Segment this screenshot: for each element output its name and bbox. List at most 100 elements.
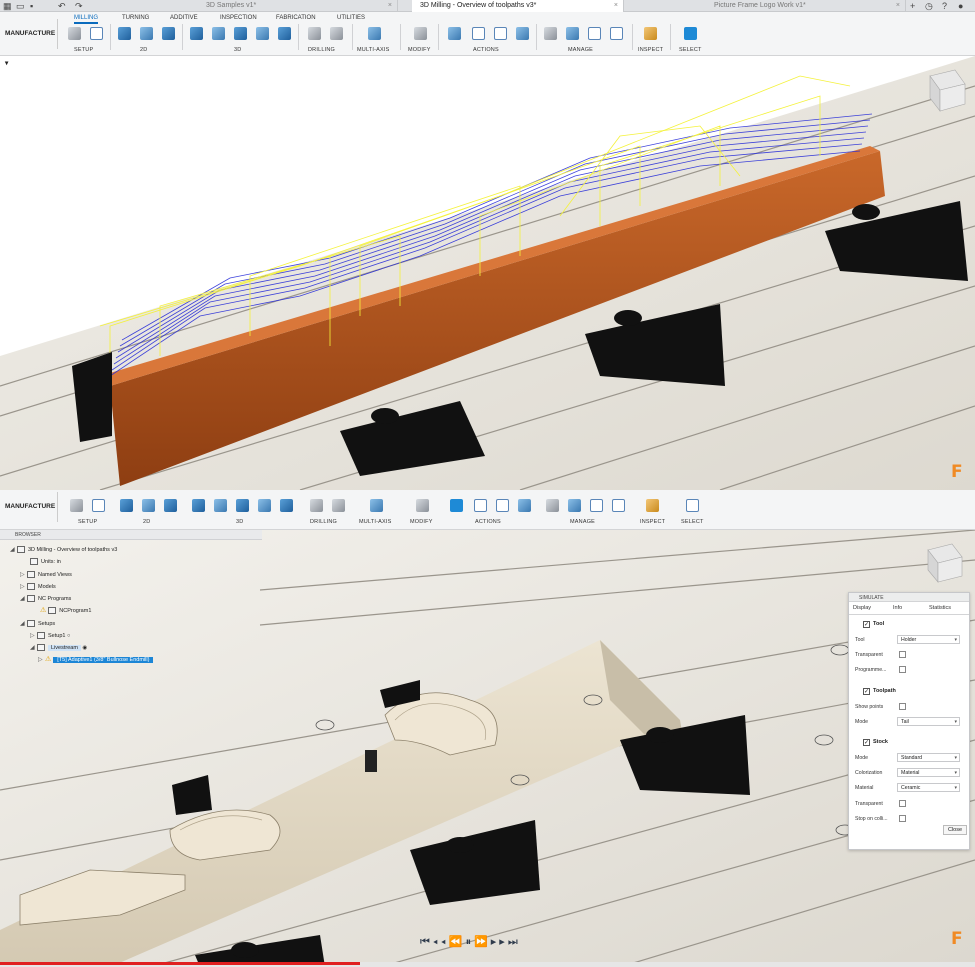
- help-icon[interactable]: ?: [942, 1, 947, 11]
- tab-additive[interactable]: ADDITIVE: [170, 15, 198, 21]
- measure-icon[interactable]: [646, 499, 659, 512]
- profile-avatar[interactable]: ●: [958, 1, 963, 11]
- tree-setups[interactable]: ◢ Setups: [20, 619, 55, 629]
- programmed-checkbox[interactable]: [899, 666, 906, 673]
- tree-units[interactable]: Units: in: [30, 557, 61, 567]
- generate-icon[interactable]: [518, 499, 531, 512]
- group-label-inspect[interactable]: INSPECT: [640, 519, 665, 525]
- drill-icon[interactable]: [310, 499, 323, 512]
- group-label-actions[interactable]: ACTIONS: [473, 47, 499, 53]
- group-label-manage[interactable]: MANAGE: [570, 519, 595, 525]
- 3d-pocket-icon[interactable]: [212, 27, 225, 40]
- expand-icon[interactable]: ◢: [20, 619, 27, 629]
- file-icon[interactable]: ▭: [16, 1, 25, 12]
- tab-milling[interactable]: MILLING: [74, 15, 99, 24]
- multi-axis-icon[interactable]: [368, 27, 381, 40]
- rewind-icon[interactable]: ⏪: [449, 936, 466, 948]
- stock-mode-dropdown[interactable]: Standard: [897, 753, 960, 762]
- select-icon[interactable]: [684, 27, 697, 40]
- notifications-icon[interactable]: ◷: [925, 1, 933, 12]
- 2d-pocket-icon[interactable]: [142, 499, 155, 512]
- workspace-switcher[interactable]: MANUFACTURE ▾: [2, 19, 58, 67]
- contour-icon[interactable]: [278, 27, 291, 40]
- tool-enable-checkbox[interactable]: ✓: [863, 621, 870, 628]
- tree-ncprogram1[interactable]: ⚠ NCProgram1: [40, 606, 91, 616]
- tree-livestream[interactable]: ◢ Livestream ◉: [30, 643, 87, 653]
- group-label-modify[interactable]: MODIFY: [410, 519, 433, 525]
- modify-icon[interactable]: [416, 499, 429, 512]
- close-button[interactable]: Close: [943, 825, 967, 835]
- steep-shallow-icon[interactable]: [236, 499, 249, 512]
- simulation-timeline[interactable]: [0, 962, 975, 967]
- group-label-2d[interactable]: 2D: [143, 519, 150, 525]
- expand-icon[interactable]: ◢: [10, 545, 17, 555]
- drill-icon[interactable]: [308, 27, 321, 40]
- expand-icon[interactable]: ▷: [30, 631, 37, 641]
- modify-icon[interactable]: [414, 27, 427, 40]
- tab-statistics[interactable]: Statistics: [929, 605, 951, 611]
- colorization-dropdown[interactable]: Material: [897, 768, 960, 777]
- tool-library-icon[interactable]: [546, 499, 559, 512]
- viewport-toolpaths[interactable]: [0, 56, 975, 490]
- nc-program-icon[interactable]: [90, 27, 103, 40]
- tree-setup1[interactable]: ▷ Setup1 ○: [30, 631, 70, 641]
- tree-adaptive1[interactable]: ▷ ⚠ [T5] Adaptive1 (3/8" Bullnose Endmill): [38, 655, 154, 665]
- group-label-setup[interactable]: SETUP: [78, 519, 97, 525]
- 2d-pocket-icon[interactable]: [140, 27, 153, 40]
- post-process-icon[interactable]: [474, 499, 487, 512]
- viewport-simulation[interactable]: [0, 530, 975, 967]
- setup-sheet-icon[interactable]: [496, 499, 509, 512]
- group-label-setup[interactable]: SETUP: [74, 47, 93, 53]
- expand-icon[interactable]: ▷: [20, 570, 27, 580]
- doc-tab-1[interactable]: 3D Samples v1* ×: [198, 0, 398, 12]
- workspace-switcher[interactable]: MANUFACTURE ▾: [2, 492, 58, 540]
- tree-models[interactable]: ▷ Models: [20, 582, 56, 592]
- 2d-adaptive-icon[interactable]: [118, 27, 131, 40]
- thread-icon[interactable]: [330, 27, 343, 40]
- setup-sheet-icon[interactable]: [494, 27, 507, 40]
- close-icon[interactable]: ×: [896, 0, 900, 12]
- group-label-select[interactable]: SELECT: [679, 47, 702, 53]
- transparent-checkbox[interactable]: [899, 651, 906, 658]
- group-label-multi-axis[interactable]: MULTI-AXIS: [357, 47, 389, 53]
- close-icon[interactable]: ×: [614, 0, 618, 12]
- group-label-2d[interactable]: 2D: [140, 47, 147, 53]
- tool-library-icon[interactable]: [544, 27, 557, 40]
- fast-forward-icon[interactable]: ⏩: [474, 936, 491, 948]
- manage-doc-icon[interactable]: [588, 27, 601, 40]
- tree-nc-programs[interactable]: ◢ NC Programs: [20, 594, 71, 604]
- face-icon[interactable]: [162, 27, 175, 40]
- scallop-icon[interactable]: [256, 27, 269, 40]
- tab-turning[interactable]: TURNING: [122, 15, 149, 21]
- group-label-drilling[interactable]: DRILLING: [310, 519, 337, 525]
- 2d-adaptive-icon[interactable]: [120, 499, 133, 512]
- template-icon[interactable]: [568, 499, 581, 512]
- redo-icon[interactable]: ↷: [75, 1, 83, 12]
- face-icon[interactable]: [164, 499, 177, 512]
- show-points-checkbox[interactable]: [899, 703, 906, 710]
- group-label-select[interactable]: SELECT: [681, 519, 704, 525]
- step-forward-icon[interactable]: ▸▸: [491, 936, 508, 948]
- select-icon[interactable]: [686, 499, 699, 512]
- 3d-adaptive-icon[interactable]: [192, 499, 205, 512]
- group-label-modify[interactable]: MODIFY: [408, 47, 431, 53]
- doc-tab-3[interactable]: Picture Frame Logo Work v1* ×: [706, 0, 906, 12]
- measure-icon[interactable]: [644, 27, 657, 40]
- undo-icon[interactable]: ↶: [58, 1, 66, 12]
- app-grid-icon[interactable]: ▦: [3, 1, 12, 12]
- stop-on-collision-checkbox[interactable]: [899, 815, 906, 822]
- 3d-pocket-icon[interactable]: [214, 499, 227, 512]
- tool-dropdown[interactable]: Holder: [897, 635, 960, 644]
- group-label-multi-axis[interactable]: MULTI-AXIS: [359, 519, 391, 525]
- stock-transparent-checkbox[interactable]: [899, 800, 906, 807]
- group-label-drilling[interactable]: DRILLING: [308, 47, 335, 53]
- tab-inspection[interactable]: INSPECTION: [220, 15, 257, 21]
- thread-icon[interactable]: [332, 499, 345, 512]
- add-tab-icon[interactable]: +: [910, 1, 915, 11]
- expand-icon[interactable]: ◢: [20, 594, 27, 604]
- nc-program-icon[interactable]: [92, 499, 105, 512]
- group-label-inspect[interactable]: INSPECT: [638, 47, 663, 53]
- material-dropdown[interactable]: Ceramic: [897, 783, 960, 792]
- doc-tab-2[interactable]: 3D Milling - Overview of toolpaths v3* ×: [412, 0, 624, 12]
- scallop-icon[interactable]: [258, 499, 271, 512]
